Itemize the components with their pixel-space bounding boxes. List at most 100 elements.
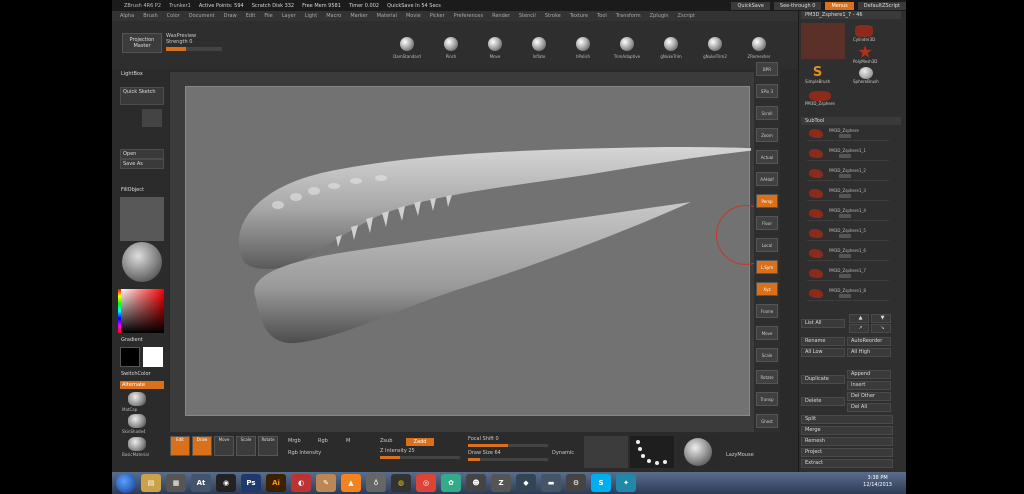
color-picker[interactable]	[118, 289, 164, 333]
quicksave-button[interactable]: QuickSave	[731, 1, 770, 10]
visibility-toggle[interactable]	[839, 234, 851, 238]
all-high-button[interactable]: All High	[847, 348, 891, 357]
zadd-button[interactable]: Zadd	[406, 438, 434, 446]
skype-icon[interactable]: S	[591, 474, 611, 492]
menu-document[interactable]: Document	[189, 13, 215, 19]
basic-material-icon[interactable]	[128, 437, 146, 451]
shelf-move-button[interactable]: Move	[756, 326, 778, 340]
menu-stroke[interactable]: Stroke	[545, 13, 561, 19]
brush-pinch[interactable]: Pinch	[436, 37, 466, 59]
menu-draw[interactable]: Draw	[224, 13, 237, 19]
subtool-row[interactable]: PM3D_Zsphere1_8	[807, 287, 889, 301]
brush-trimadaptive[interactable]: TrimAdaptive	[612, 37, 642, 59]
shelf-persp-button[interactable]: Persp	[756, 194, 778, 208]
steam-icon[interactable]: ◉	[216, 474, 236, 492]
del-all-button[interactable]: Del All	[847, 403, 891, 412]
shelf-l-sym-button[interactable]: L.Sym	[756, 260, 778, 274]
dynamic-button[interactable]: Dynamic	[552, 450, 574, 456]
subtool-row[interactable]: PM3D_Zsphere1_2	[807, 167, 889, 181]
polymesh-tool[interactable]: PolyMesh3D	[853, 45, 877, 64]
menu-texture[interactable]: Texture	[570, 13, 588, 19]
skinshade-icon[interactable]	[128, 414, 146, 428]
move-button[interactable]: Move	[214, 436, 234, 456]
illustrator-icon[interactable]: Ai	[266, 474, 286, 492]
menu-layer[interactable]: Layer	[282, 13, 296, 19]
secondary-color-swatch[interactable]	[143, 347, 163, 367]
menu-tool[interactable]: Tool	[597, 13, 607, 19]
media-icon[interactable]: ▦	[166, 474, 186, 492]
photoshop-icon[interactable]: Ps	[241, 474, 261, 492]
alpha-thumbnail[interactable]	[584, 436, 628, 468]
move-up-icon[interactable]: ↗	[849, 324, 869, 333]
menu-preferences[interactable]: Preferences	[454, 13, 483, 19]
brush-damstandard[interactable]: DamStandard	[392, 37, 422, 59]
firefox-icon[interactable]: ◐	[291, 474, 311, 492]
menus-button[interactable]: Menus	[825, 1, 854, 10]
menu-material[interactable]: Material	[377, 13, 397, 19]
brush-gnuketrim[interactable]: gNukeTrim	[656, 37, 686, 59]
viewport-canvas[interactable]	[185, 86, 751, 416]
menu-stencil[interactable]: Stencil	[519, 13, 536, 19]
shelf-actual-button[interactable]: Actual	[756, 150, 778, 164]
lightbox-label[interactable]: LightBox	[121, 71, 143, 77]
app-icon[interactable]: ♁	[366, 474, 386, 492]
paint-icon[interactable]: ✎	[316, 474, 336, 492]
chrome-icon[interactable]: ◎	[416, 474, 436, 492]
menu-zplugin[interactable]: Zplugin	[650, 13, 669, 19]
all-low-button[interactable]: All Low	[801, 348, 845, 357]
remesh-button[interactable]: Remesh	[801, 437, 893, 446]
switch-color-button[interactable]: SwitchColor	[121, 371, 151, 377]
duplicate-button[interactable]: Duplicate	[801, 375, 845, 384]
shelf-aahalf-button[interactable]: AAHalf	[756, 172, 778, 186]
shelf-local-button[interactable]: Local	[756, 238, 778, 252]
default-zscript-button[interactable]: DefaultZScript	[857, 1, 906, 10]
texture-thumbnail[interactable]	[120, 197, 164, 241]
start-button[interactable]	[116, 473, 136, 493]
alien-icon[interactable]: ☻	[466, 474, 486, 492]
visibility-toggle[interactable]	[839, 154, 851, 158]
brush-move[interactable]: Move	[480, 37, 510, 59]
m-button[interactable]: M	[346, 438, 350, 444]
visibility-toggle[interactable]	[839, 174, 851, 178]
shelf-transp-button[interactable]: Transp	[756, 392, 778, 406]
autoreorder-button[interactable]: AutoReorder	[847, 337, 891, 346]
list-all-button[interactable]: List All	[801, 319, 845, 328]
simple-brush-tool[interactable]: S SimpleBrush	[805, 66, 830, 84]
brush-gnuketrim2[interactable]: gNukeTrim2	[700, 37, 730, 59]
shelf-frame-button[interactable]: Frame	[756, 304, 778, 318]
project-button[interactable]: Project	[801, 448, 893, 457]
subtool-row[interactable]: PM3D_Zsphere1_3	[807, 187, 889, 201]
shelf-ghost-button[interactable]: Ghost	[756, 414, 778, 428]
shelf-scale-button[interactable]: Scale	[756, 348, 778, 362]
menu-brush[interactable]: Brush	[143, 13, 157, 19]
open-button[interactable]: Open	[120, 149, 164, 159]
visibility-toggle[interactable]	[839, 294, 851, 298]
edit-button[interactable]: Edit	[170, 436, 190, 456]
del-other-button[interactable]: Del Other	[847, 392, 891, 401]
visibility-toggle[interactable]	[839, 194, 851, 198]
merge-button[interactable]: Merge	[801, 426, 893, 435]
pm3d-tool[interactable]: PM3D_Zsphere	[805, 91, 835, 106]
see-through-slider[interactable]: See-through 0	[773, 1, 822, 10]
brush-hpolish[interactable]: hPolish	[568, 37, 598, 59]
matcap-icon[interactable]	[128, 392, 146, 406]
quick-sketch-button[interactable]: Quick Sketch	[120, 87, 164, 105]
move-down-icon[interactable]: ↘	[871, 324, 891, 333]
menu-edit[interactable]: Edit	[246, 13, 256, 19]
menu-alpha[interactable]: Alpha	[120, 13, 134, 19]
shelf-spix-3-button[interactable]: SPix 3	[756, 84, 778, 98]
current-tool-thumbnail[interactable]	[801, 23, 845, 59]
visibility-toggle[interactable]	[839, 274, 851, 278]
network-icon[interactable]: ✦	[616, 474, 636, 492]
shelf-floor-button[interactable]: Floor	[756, 216, 778, 230]
sphere-brush-tool[interactable]: SphereBrush	[853, 67, 879, 84]
menu-marker[interactable]: Marker	[350, 13, 367, 19]
extract-button[interactable]: Extract	[801, 459, 893, 468]
split-button[interactable]: Split	[801, 415, 893, 424]
arrow-down-icon[interactable]: ▼	[871, 314, 891, 323]
rotate-button[interactable]: Rotate	[258, 436, 278, 456]
draw-button[interactable]: Draw	[192, 436, 212, 456]
shelf-xyz-button[interactable]: Xyz	[756, 282, 778, 296]
menu-render[interactable]: Render	[492, 13, 510, 19]
lazymouse-button[interactable]: LazyMouse	[726, 452, 754, 458]
